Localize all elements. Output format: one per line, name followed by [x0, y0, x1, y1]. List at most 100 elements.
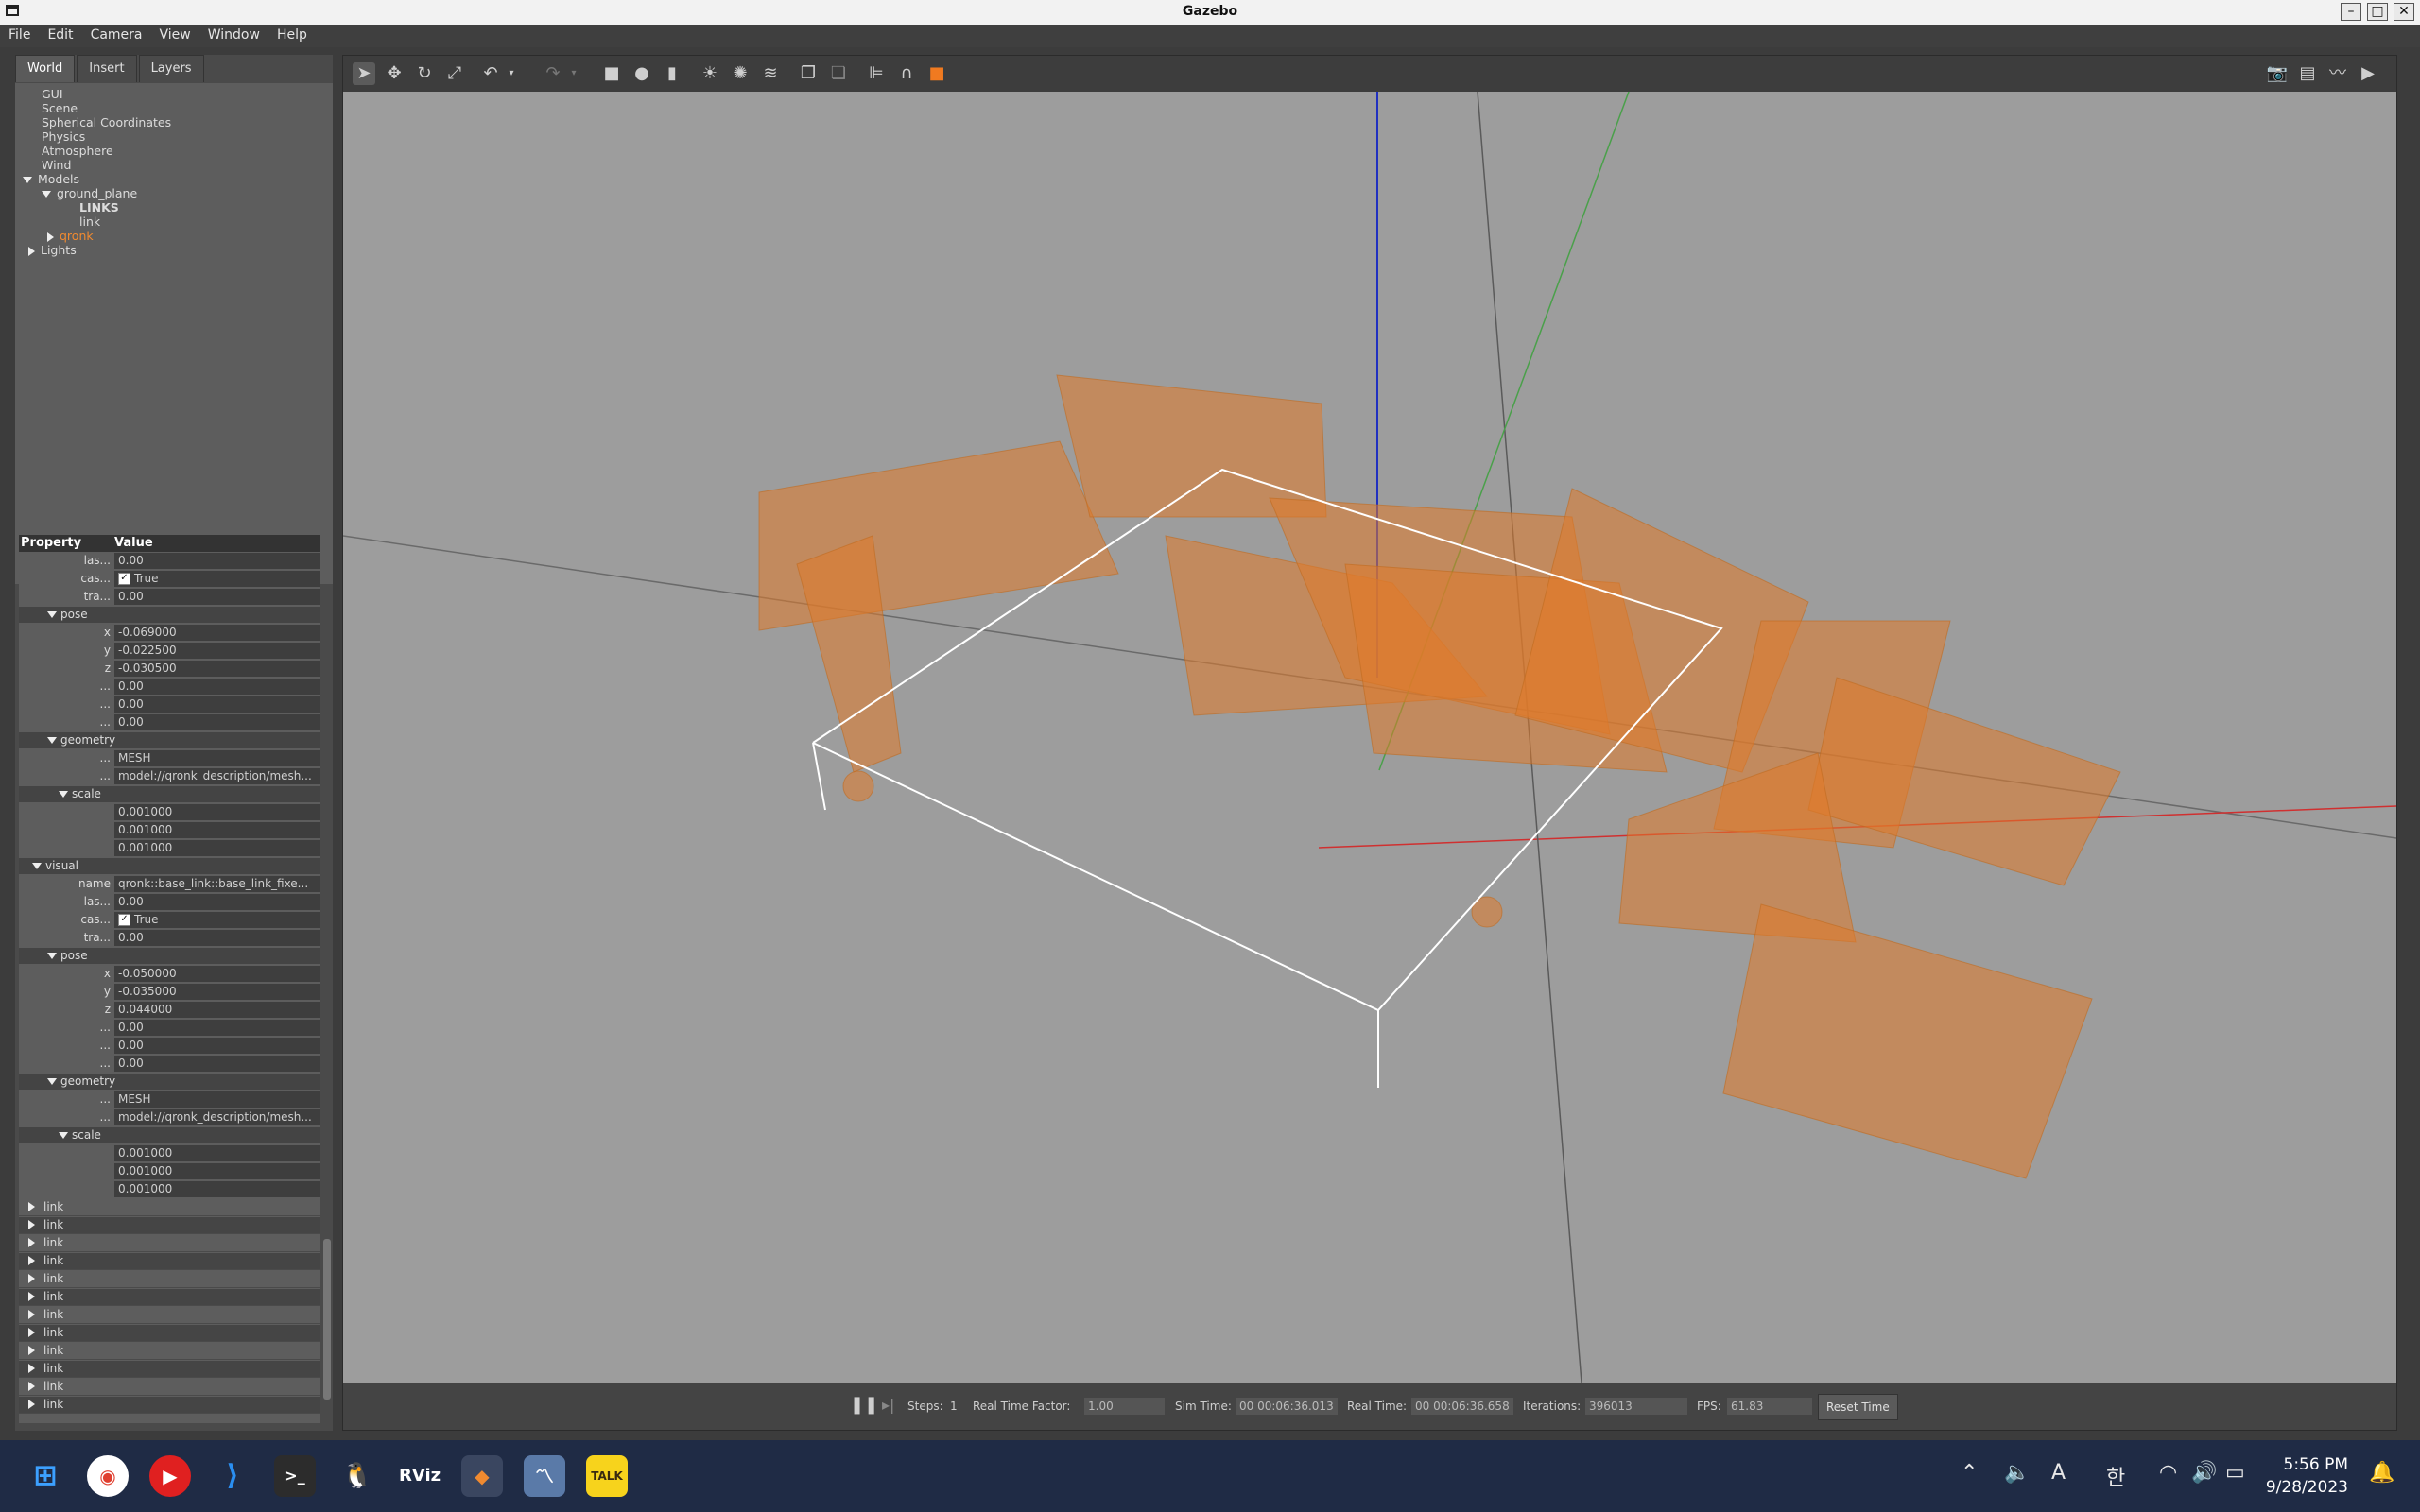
leg-segment[interactable]	[1056, 374, 1327, 518]
undo-history-dropdown-icon[interactable]: ▾	[500, 62, 523, 85]
leg-segment[interactable]	[1722, 903, 2093, 1179]
scale-mode-icon[interactable]: ⤢	[443, 62, 466, 85]
rotate-mode-icon[interactable]: ↻	[413, 62, 436, 85]
property-value[interactable]: model://qronk_description/mesh...	[114, 1109, 320, 1125]
menu-camera[interactable]: Camera	[82, 25, 151, 43]
property-section-row[interactable]: geometry	[19, 1074, 320, 1090]
change-view-icon[interactable]: ■	[925, 62, 948, 85]
property-value[interactable]: 0.00	[114, 589, 320, 605]
rviz-icon[interactable]: RViz	[399, 1455, 441, 1497]
link-row[interactable]: link	[19, 1397, 320, 1414]
system-monitor-icon[interactable]: 〽	[524, 1455, 565, 1497]
redo-icon[interactable]: ↷	[542, 62, 564, 85]
screenshot-icon[interactable]: 📷	[2266, 62, 2289, 85]
gazebo-icon[interactable]: ◆	[461, 1455, 503, 1497]
pause-icon[interactable]: ❚❚	[850, 1395, 878, 1415]
property-section-row[interactable]: visual	[19, 858, 320, 874]
chrome-icon[interactable]: ◉	[87, 1455, 129, 1497]
property-value[interactable]: 0.001000	[114, 1145, 320, 1161]
expand-down-icon[interactable]	[59, 1132, 68, 1139]
checkbox-checked-icon[interactable]: ✓	[118, 573, 130, 585]
directional-light-icon[interactable]: ≋	[759, 62, 782, 85]
vscode-icon[interactable]: ⟩	[212, 1455, 253, 1497]
tree-item-atmosphere[interactable]: Atmosphere	[42, 144, 113, 158]
maximize-button[interactable]: □	[2367, 3, 2388, 21]
tab-layers[interactable]: Layers	[138, 55, 204, 82]
steps-input[interactable]: 1	[950, 1400, 958, 1413]
link-row[interactable]: link	[19, 1361, 320, 1378]
property-checkbox-value[interactable]: ✓ True	[114, 571, 320, 587]
property-checkbox-value[interactable]: ✓ True	[114, 912, 320, 928]
tree-item-qronk[interactable]: qronk	[47, 229, 94, 243]
step-icon[interactable]: ▸|	[882, 1396, 894, 1414]
property-value[interactable]: 0.00	[114, 714, 320, 730]
property-value[interactable]: 0.00	[114, 894, 320, 910]
property-value[interactable]: -0.035000	[114, 984, 320, 1000]
tree-item-spherical-coordinates[interactable]: Spherical Coordinates	[42, 115, 171, 129]
property-value[interactable]: 0.00	[114, 679, 320, 695]
link-row[interactable]: link	[19, 1235, 320, 1252]
property-value[interactable]: 0.00	[114, 1056, 320, 1072]
show-hidden-icons-chevron-icon[interactable]: ⌃	[1961, 1461, 1978, 1485]
tree-item-models[interactable]: Models	[23, 172, 79, 186]
expand-right-icon[interactable]	[28, 1310, 35, 1319]
property-scrollbar[interactable]	[323, 1239, 331, 1400]
battery-icon[interactable]: ▭	[2225, 1461, 2245, 1485]
foot-sphere[interactable]	[842, 770, 874, 802]
property-value[interactable]: qronk::base_link::base_link_fixe...	[114, 876, 320, 892]
box-shape-icon[interactable]: ■	[600, 62, 623, 85]
property-value[interactable]: 0.001000	[114, 840, 320, 856]
wifi-icon[interactable]: ◠	[2159, 1461, 2177, 1485]
leg-segment[interactable]	[1618, 752, 1857, 943]
expand-down-icon[interactable]	[47, 611, 57, 618]
tree-item-gui[interactable]: GUI	[42, 87, 63, 101]
expand-down-icon[interactable]	[42, 191, 51, 198]
robot-model[interactable]	[758, 374, 2121, 1179]
point-light-icon[interactable]: ☀	[699, 62, 721, 85]
menu-help[interactable]: Help	[268, 25, 316, 43]
link-row[interactable]: link	[19, 1379, 320, 1396]
link-row[interactable]: link	[19, 1325, 320, 1342]
expand-right-icon[interactable]	[28, 1202, 35, 1211]
link-row[interactable]: link	[19, 1253, 320, 1270]
property-section-row[interactable]: scale	[19, 786, 320, 802]
spot-light-icon[interactable]: ✺	[729, 62, 752, 85]
expand-down-icon[interactable]	[23, 177, 32, 183]
close-button[interactable]: ✕	[2394, 3, 2414, 21]
speaker-icon[interactable]: 🔈	[2004, 1461, 2030, 1485]
leg-segment[interactable]	[1807, 677, 2121, 886]
link-row[interactable]: link	[19, 1307, 320, 1324]
align-icon[interactable]: ⊫	[865, 62, 888, 85]
tree-item-physics[interactable]: Physics	[42, 129, 85, 144]
tab-world[interactable]: World	[15, 55, 76, 82]
expand-down-icon[interactable]	[32, 863, 42, 869]
property-section-row[interactable]: geometry	[19, 732, 320, 748]
notification-bell-icon[interactable]: 🔔	[2369, 1461, 2394, 1485]
checkbox-checked-icon[interactable]: ✓	[118, 914, 130, 926]
tree-item-ground-plane[interactable]: ground_plane	[42, 186, 137, 200]
expand-right-icon[interactable]	[28, 1346, 35, 1355]
expand-right-icon[interactable]	[28, 1256, 35, 1265]
property-section-row[interactable]: pose	[19, 607, 320, 623]
property-value[interactable]: 0.00	[114, 696, 320, 713]
korean-ime-indicator[interactable]: 한	[2106, 1461, 2125, 1491]
expand-right-icon[interactable]	[28, 1364, 35, 1373]
undo-icon[interactable]: ↶	[479, 62, 502, 85]
expand-right-icon[interactable]	[47, 232, 54, 242]
link-row[interactable]: link	[19, 1289, 320, 1306]
property-value[interactable]: 0.001000	[114, 804, 320, 820]
property-value[interactable]: 0.00	[114, 930, 320, 946]
property-value[interactable]: 0.001000	[114, 1181, 320, 1197]
expand-right-icon[interactable]	[28, 1400, 35, 1409]
link-row[interactable]: link	[19, 1343, 320, 1360]
property-value[interactable]: MESH	[114, 750, 320, 766]
linux-penguin-icon[interactable]: 🐧	[337, 1455, 378, 1497]
video-record-icon[interactable]: ▶	[2357, 62, 2379, 85]
select-mode-icon[interactable]: ➤	[353, 62, 375, 85]
property-value[interactable]: 0.001000	[114, 822, 320, 838]
link-row[interactable]: link	[19, 1271, 320, 1288]
menu-window[interactable]: Window	[199, 25, 268, 43]
expand-down-icon[interactable]	[47, 737, 57, 744]
snap-icon[interactable]: ∩	[895, 62, 918, 85]
sphere-shape-icon[interactable]: ●	[631, 62, 653, 85]
